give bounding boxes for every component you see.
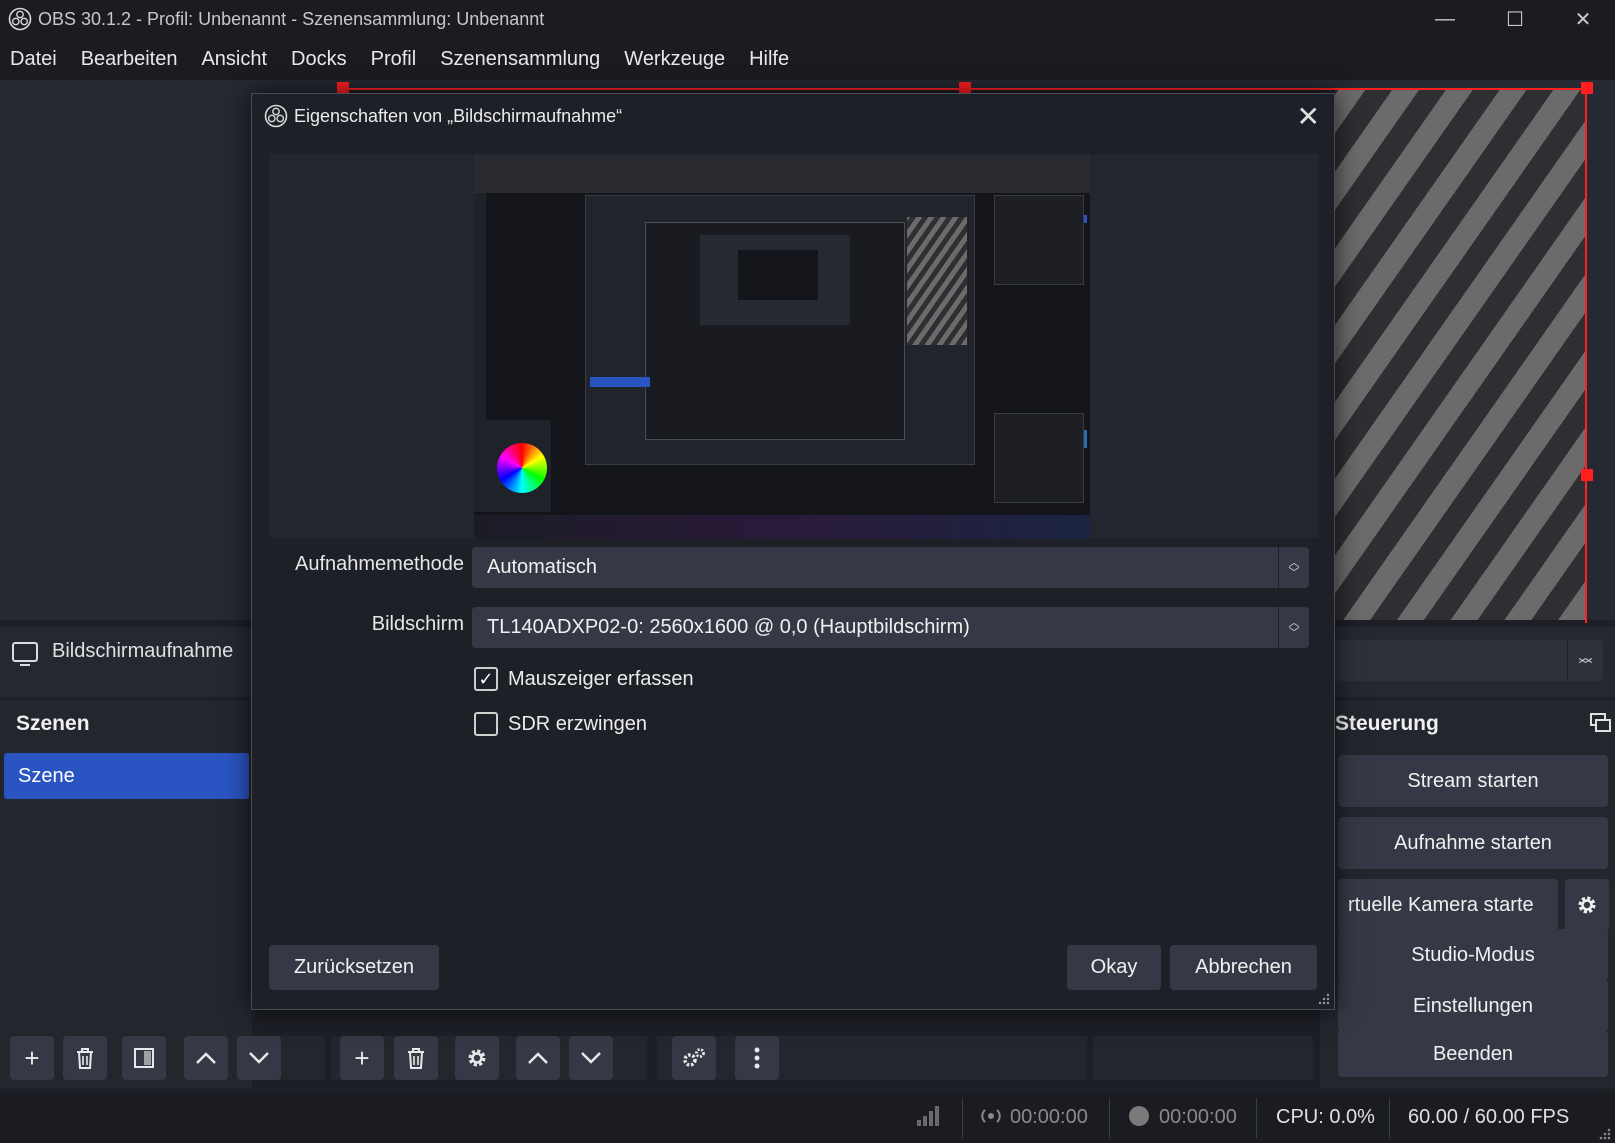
minimize-button[interactable]: — — [1410, 0, 1480, 38]
screen-capture-thumbnail — [474, 155, 1090, 539]
reset-button[interactable]: Zurücksetzen — [269, 945, 439, 990]
move-source-up-button[interactable] — [516, 1036, 560, 1080]
source-select[interactable]: ︿ ﹀ — [1335, 640, 1603, 681]
close-dialog-icon[interactable]: ✕ — [1297, 100, 1320, 133]
resize-handle[interactable] — [1581, 469, 1593, 481]
add-source-button[interactable]: + — [340, 1036, 384, 1080]
window-title: OBS 30.1.2 - Profil: Unbenannt - Szenens… — [38, 8, 545, 29]
checkmark-icon: ✓ — [474, 667, 498, 691]
remove-source-button[interactable] — [394, 1036, 438, 1080]
exit-button[interactable]: Beenden — [1338, 1031, 1608, 1077]
force-sdr-checkbox[interactable]: SDR erzwingen — [474, 712, 647, 736]
preview-striped-area — [1335, 90, 1585, 620]
chevron-down-icon — [249, 1052, 269, 1064]
dialog-title-bar: Eigenschaften von „Bildschirmaufnahme“ — [252, 94, 1334, 138]
capture-method-select[interactable]: Automatisch ︿ ﹀ — [472, 547, 1309, 588]
menu-hilfe[interactable]: Hilfe — [737, 38, 801, 80]
obs-logo-icon — [264, 104, 288, 128]
screen-label: Bildschirm — [371, 613, 464, 635]
source-properties-button[interactable] — [455, 1036, 499, 1080]
status-separator — [1109, 1098, 1110, 1138]
status-separator — [1389, 1098, 1390, 1138]
settings-button[interactable]: Einstellungen — [1338, 980, 1608, 1032]
empty-checkbox-icon — [474, 712, 498, 736]
mixer-menu-button[interactable] — [735, 1036, 779, 1080]
select-arrows-icon: ︿ ﹀ — [1278, 547, 1309, 588]
selected-source-name: Bildschirmaufnahme — [52, 640, 234, 662]
cpu-usage: CPU: 0.0% — [1276, 1106, 1375, 1128]
ok-button[interactable]: Okay — [1067, 945, 1161, 990]
select-arrows-icon: ︿ ﹀ — [1567, 640, 1603, 681]
start-stream-button[interactable]: Stream starten — [1338, 755, 1608, 807]
start-recording-button[interactable]: Aufnahme starten — [1338, 817, 1608, 869]
transitions-toolbar — [1093, 1036, 1313, 1080]
menu-szenensammlung[interactable]: Szenensammlung — [428, 38, 612, 80]
more-vertical-icon — [754, 1047, 760, 1069]
record-icon — [1129, 1106, 1149, 1126]
scene-filters-button[interactable] — [122, 1036, 166, 1080]
start-virtual-camera-button[interactable]: rtuelle Kamera starte — [1338, 879, 1558, 931]
trash-icon — [77, 1048, 93, 1069]
resize-grip-icon[interactable] — [1597, 1126, 1611, 1140]
chevron-up-icon — [528, 1052, 548, 1064]
signal-strength-icon — [917, 1106, 939, 1126]
close-window-button[interactable]: ✕ — [1548, 0, 1615, 38]
dialog-title: Eigenschaften von „Bildschirmaufnahme“ — [294, 105, 623, 126]
filter-icon — [134, 1048, 154, 1068]
status-separator — [1256, 1098, 1257, 1138]
move-scene-down-button[interactable] — [237, 1036, 281, 1080]
resize-grip-icon[interactable] — [1318, 993, 1330, 1005]
stream-duration: 00:00:00 — [1010, 1106, 1088, 1128]
gear-icon — [1578, 896, 1596, 914]
selected-source: Bildschirmaufnahme — [12, 640, 234, 666]
advanced-audio-button[interactable] — [672, 1036, 716, 1080]
menu-ansicht[interactable]: Ansicht — [189, 38, 279, 80]
mixer-toolbar — [657, 1036, 1087, 1080]
force-sdr-label: SDR erzwingen — [508, 712, 647, 735]
menu-profil[interactable]: Profil — [359, 38, 429, 80]
capture-method-label: Aufnahmemethode — [294, 553, 464, 575]
add-scene-button[interactable]: + — [10, 1036, 54, 1080]
gear-icon — [468, 1049, 486, 1067]
streaming-icon — [981, 1109, 1001, 1123]
properties-dialog: Eigenschaften von „Bildschirmaufnahme“ ✕… — [251, 93, 1335, 1010]
menu-bearbeiten[interactable]: Bearbeiten — [69, 38, 190, 80]
status-separator — [962, 1098, 963, 1138]
cancel-button[interactable]: Abbrechen — [1170, 945, 1317, 990]
gears-icon — [683, 1048, 705, 1067]
resize-handle[interactable] — [1581, 82, 1593, 94]
menu-datei[interactable]: Datei — [0, 38, 69, 80]
screen-value: TL140ADXP02-0: 2560x1600 @ 0,0 (Hauptbil… — [487, 616, 970, 638]
capture-method-value: Automatisch — [487, 556, 598, 578]
move-source-down-button[interactable] — [569, 1036, 613, 1080]
monitor-icon — [12, 641, 38, 666]
title-bar: OBS 30.1.2 - Profil: Unbenannt - Szenens… — [0, 0, 1615, 38]
controls-dock-title: Steuerung — [1335, 712, 1439, 735]
maximize-button[interactable]: ☐ — [1480, 0, 1550, 38]
capture-cursor-checkbox[interactable]: ✓ Mauszeiger erfassen — [474, 667, 694, 691]
virtual-camera-settings-button[interactable] — [1565, 879, 1609, 931]
remove-scene-button[interactable] — [63, 1036, 107, 1080]
move-scene-up-button[interactable] — [184, 1036, 228, 1080]
record-duration: 00:00:00 — [1159, 1106, 1237, 1128]
select-arrows-icon: ︿ ﹀ — [1278, 607, 1309, 648]
capture-cursor-label: Mauszeiger erfassen — [508, 667, 694, 690]
screen-select[interactable]: TL140ADXP02-0: 2560x1600 @ 0,0 (Hauptbil… — [472, 607, 1309, 648]
menu-werkzeuge[interactable]: Werkzeuge — [612, 38, 737, 80]
fps-readout: 60.00 / 60.00 FPS — [1408, 1106, 1570, 1128]
obs-logo-icon — [8, 7, 32, 31]
chevron-up-icon — [196, 1052, 216, 1064]
menu-docks[interactable]: Docks — [279, 38, 359, 80]
menu-bar: Datei Bearbeiten Ansicht Docks Profil Sz… — [0, 38, 1615, 80]
trash-icon — [408, 1048, 424, 1069]
studio-mode-button[interactable]: Studio-Modus — [1338, 929, 1608, 981]
chevron-down-icon — [581, 1052, 601, 1064]
scene-list-item[interactable]: Szene — [4, 753, 249, 799]
undock-icon[interactable] — [1588, 711, 1612, 735]
scenes-dock-title: Szenen — [16, 712, 90, 735]
